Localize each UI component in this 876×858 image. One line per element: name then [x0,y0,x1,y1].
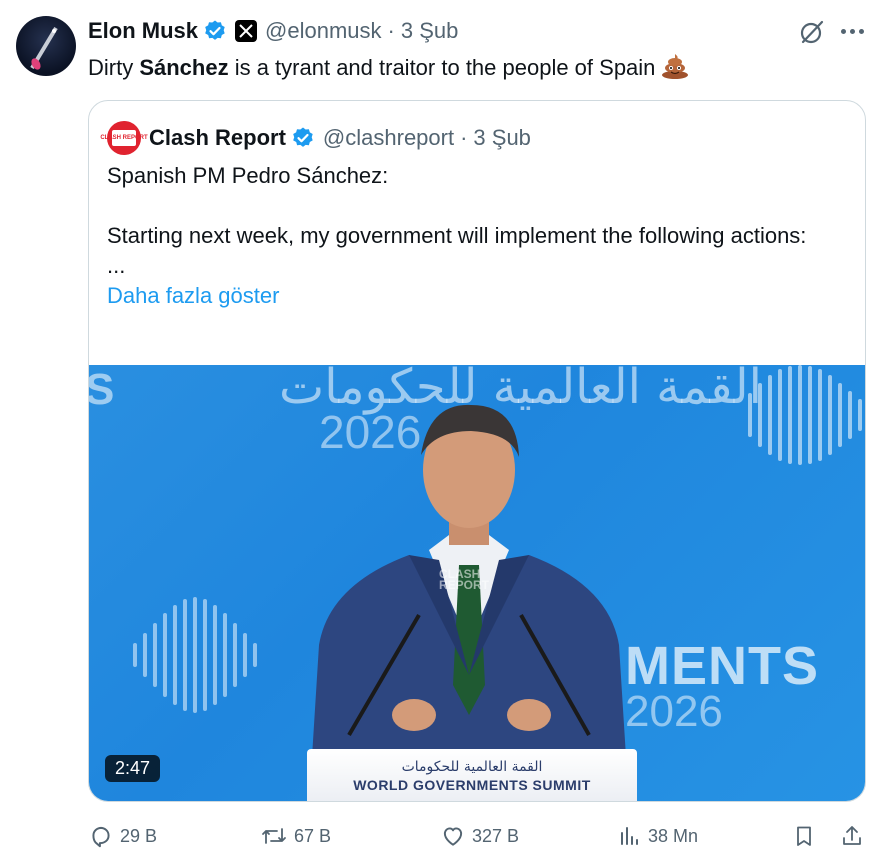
author-name[interactable]: Elon Musk [88,18,198,44]
podium-arabic-text: القمة العالمية للحكومات [401,759,543,775]
quoted-tweet-header: CLASH REPORT Clash Report @clashreport ·… [100,121,531,155]
reply-count: 29 B [120,825,158,846]
decorative-wave-right [748,365,862,465]
repost-button[interactable]: 67 B [260,820,331,852]
tweet-header: Elon Musk @elonmusk · 3 Şub [88,14,458,48]
views-button[interactable]: 38 Mn [618,820,698,852]
quoted-avatar-text: CLASH REPORT [100,130,148,146]
bookmark-icon [797,826,811,846]
views-icon [621,827,638,845]
author-handle[interactable]: @elonmusk [265,18,382,44]
like-button[interactable]: 327 B [440,820,519,852]
grok-icon[interactable] [798,18,826,46]
watermark-line2: REPORT [439,578,490,592]
podium-english-text: WORLD GOVERNMENTS SUMMIT [353,777,591,793]
header-separator: · [387,18,395,43]
poop-emoji-icon [661,53,689,88]
repost-icon [262,828,286,844]
share-icon [843,826,861,845]
verified-badge-icon [291,126,315,150]
show-more-link[interactable]: Daha fazla göster [107,281,827,311]
quoted-author-handle[interactable]: @clashreport [323,125,454,151]
quoted-text-line1: Spanish PM Pedro Sánchez: [107,163,389,188]
quoted-author-avatar[interactable]: CLASH REPORT [100,121,148,155]
author-avatar[interactable] [16,16,76,76]
quoted-header-separator: · [460,125,468,150]
tweet-text-before: Dirty [88,55,140,80]
decorative-wave-left [133,597,257,713]
video-duration-badge: 2:47 [105,755,161,782]
podium: القمة العالمية للحكومات WORLD GOVERNMENT… [307,749,637,801]
speaker-figure [309,404,629,801]
quoted-tweet-text: Spanish PM Pedro Sánchez: Starting next … [107,161,827,311]
quoted-tweet-date[interactable]: 3 Şub [473,125,531,151]
quoted-text-ellipsis: ... [107,253,126,278]
like-icon [443,827,463,846]
background-letter: S [89,365,114,415]
quoted-author-name[interactable]: Clash Report [149,125,286,151]
tweet-text-after: is a tyrant and traitor to the people of… [228,55,656,80]
repost-count: 67 B [294,825,332,846]
clash-report-watermark: CLASH REPORT [439,568,490,592]
tweet-text: Dirty Sánchez is a tyrant and traitor to… [88,52,689,88]
views-count: 38 Mn [648,825,699,846]
quoted-text-line2: Starting next week, my government will i… [107,223,807,248]
tweet-text-bold: Sánchez [139,55,229,80]
tweet-action-bar: 29 B 67 B 327 B 38 Mn [88,820,868,852]
share-button[interactable] [840,820,870,852]
like-count: 327 B [472,825,520,846]
verified-badge-icon[interactable] [203,19,227,43]
reply-icon [92,826,110,848]
bookmark-button[interactable] [792,820,822,852]
quoted-tweet-card[interactable]: CLASH REPORT Clash Report @clashreport ·… [88,100,866,802]
tweet-date[interactable]: 3 Şub [401,18,459,44]
reply-button[interactable]: 29 B [88,820,157,852]
video-player[interactable]: S القمة العالمية للحكومات 2026 MENTS 202… [89,365,865,801]
x-logo-icon [235,20,258,42]
more-icon[interactable] [838,24,866,38]
